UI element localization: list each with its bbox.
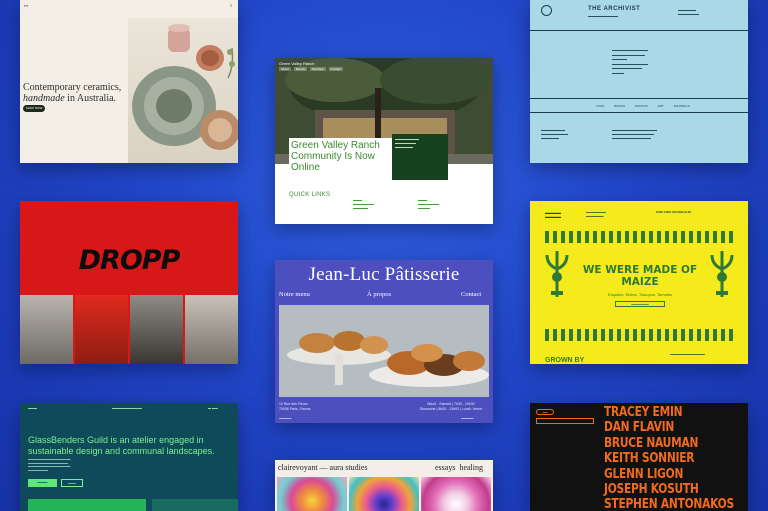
archivist-logo-icon [541, 5, 552, 16]
menu-icon[interactable]: ≡ [230, 3, 232, 8]
artist-name[interactable]: STEPHEN ANTONAKOS [604, 497, 734, 511]
ceramics-illustration [132, 24, 238, 150]
ceramics-photo [128, 18, 238, 163]
ceramics-site-card[interactable]: ▪▪▪ ≡ Contemporary ceramics, handmade in… [20, 0, 238, 163]
nav-menu-link[interactable]: Notre menu [279, 291, 310, 298]
page-title: Green Valley Ranch Community Is Now Onli… [291, 140, 380, 173]
pattern-band-bottom [545, 329, 733, 341]
primary-button[interactable]: ▬▬▬▬ [28, 479, 57, 487]
archivist-list: ▬▬▬▬▬▬▬▬▬▬▬▬▬▬▬ ▬▬▬▬▬▬▬▬▬▬▬▬▬▬ ▬▬▬▬▬▬▬▬▬▬▬… [612, 128, 657, 140]
nav-about-link[interactable]: À propos [367, 291, 391, 298]
dropp-photo-strip [20, 295, 238, 364]
footer-link[interactable]: ▬▬▬▬▬ [461, 417, 474, 420]
menu-item-logs[interactable]: LOGS [596, 104, 604, 108]
maize-cta-button[interactable]: ▬▬▬▬▬▬▬ [615, 301, 665, 307]
menu-item-books[interactable]: BOOKS [614, 104, 625, 108]
nav-essays[interactable]: essays [435, 463, 455, 472]
nav-item-about[interactable]: About [279, 67, 291, 71]
menu-badge[interactable]: ▬▬ [536, 409, 554, 415]
corn-icon-right [710, 251, 734, 297]
main-nav: About Events Services Contact [279, 67, 343, 71]
maize-site-card[interactable]: ▬▬▬▬ ▬▬▬▬ ▬▬▬▬▬▬▬▬ ▬▬▬▬▬▬▬ PURE CORN. NOTH… [530, 201, 748, 364]
aura-image[interactable] [421, 477, 491, 511]
divider [530, 112, 748, 113]
feature-panel [28, 499, 146, 511]
patisserie-title: Jean-Luc Pâtisserie [308, 264, 460, 285]
nav-healing[interactable]: healing [459, 463, 483, 472]
archivist-entry: ▬▬▬▬▬▬▬▬▬▬▬▬ ▬▬▬▬▬▬▬▬▬▬▬ ▬▬▬▬▬ ▬▬▬▬▬▬▬▬▬▬▬▬… [612, 48, 648, 75]
aura-image[interactable] [349, 477, 419, 511]
ceramics-headline: Contemporary ceramics, handmade in Austr… [23, 82, 122, 104]
grown-by-heading: GROWN BY [545, 357, 585, 364]
nav-item-services[interactable]: Services [310, 67, 326, 71]
dropp-logo: DROPP [78, 245, 181, 276]
maize-headline: WE WERE MADE OF MAIZE [582, 264, 698, 288]
pastries-illustration [279, 305, 489, 397]
maize-footer-note: ▬▬▬▬▬▬▬▬▬▬▬▬▬▬ [670, 353, 705, 356]
green-valley-site-card[interactable]: Green Valley Ranch About Events Services… [275, 58, 493, 224]
artist-name[interactable]: JOSEPH KOSUTH [604, 482, 734, 497]
site-logo[interactable]: Green Valley Ranch [279, 61, 315, 66]
patisserie-site-card[interactable]: Jean-Luc Pâtisserie Notre menu À propos … [275, 260, 493, 423]
nav-item-contact[interactable]: Contact [328, 67, 343, 71]
glassbenders-headline: GlassBenders Guild is an atelier engaged… [28, 435, 215, 456]
clairevoyant-nav: essays healing [435, 463, 483, 472]
pastries-photo [279, 305, 489, 397]
quick-link-column[interactable]: ▬▬▬ ▬▬▬▬▬▬▬ ▬▬▬▬ [418, 198, 454, 210]
footer-link[interactable]: ▬▬▬▬▬ [279, 417, 292, 420]
corn-icon-left [545, 251, 569, 297]
menu-item-art[interactable]: ART [658, 104, 664, 108]
archivist-site-card[interactable]: THE ARCHIVIST ▬▬▬▬▬▬▬▬▬▬ ▬▬▬▬▬▬ ▬▬▬▬▬▬▬ ▬… [530, 0, 748, 163]
dropp-site-card[interactable]: DROPP [20, 201, 238, 364]
clairevoyant-title: clairevoyant — aura studies [278, 463, 368, 472]
aura-image[interactable] [277, 477, 347, 511]
street-photo[interactable] [185, 295, 238, 364]
divider [530, 30, 748, 31]
maize-tagline: PURE CORN. NOTHING ELSE. [656, 211, 692, 214]
menu-item-photos[interactable]: PHOTOS [635, 104, 648, 108]
glassbenders-site-card[interactable]: ▬▬▬ ▬▬▬▬▬▬▬▬▬▬ ▬ ▬▬ GlassBenders Guild i… [20, 403, 238, 511]
archivist-header-note: ▬▬▬▬▬▬ ▬▬▬▬▬▬▬ [678, 8, 699, 16]
artist-name[interactable]: KEITH SONNIER [604, 451, 734, 466]
secondary-button[interactable]: ▬▬▬ [61, 479, 83, 487]
announcement-panel: ▬▬▬▬▬▬▬▬ ▬▬▬▬▬▬▬ ▬▬▬▬▬▬ [392, 134, 448, 180]
street-photo[interactable] [75, 295, 128, 364]
nav-item-events[interactable]: Events [293, 67, 308, 71]
glassbenders-tagline: ▬▬▬▬▬▬▬▬▬▬ [112, 406, 142, 410]
patisserie-address: 12 Rue des Fleurs 75006 Paris, France [279, 402, 311, 411]
artists-list: TRACEY EMIN DAN FLAVIN BRUCE NAUMAN KEIT… [604, 405, 734, 511]
quick-links-heading: QUICK LINKS [289, 192, 331, 198]
announcement-text: ▬▬▬▬▬▬▬▬ ▬▬▬▬▬▬▬ ▬▬▬▬▬▬ [395, 137, 419, 149]
artists-site-card[interactable]: ▬▬ TRACEY EMIN DAN FLAVIN BRUCE NAUMAN K… [530, 403, 748, 511]
archivist-title: THE ARCHIVIST [588, 6, 641, 12]
archivist-menu: LOGS BOOKS PHOTOS ART JOURNALS [596, 104, 690, 108]
clairevoyant-site-card[interactable]: clairevoyant — aura studies essays heali… [275, 460, 493, 511]
archivist-subtitle: ▬▬▬▬▬▬▬▬▬▬ [588, 14, 618, 18]
maize-subtitle: Esquites, Elotes, Tlacoyos, Tamales [608, 292, 672, 297]
artists-search-box[interactable] [536, 418, 594, 424]
feature-panel [152, 499, 238, 511]
ceramics-logo: ▪▪▪ [24, 3, 29, 8]
shop-now-button[interactable]: SHOP NOW [23, 105, 45, 112]
nav-contact-link[interactable]: Contact [461, 291, 481, 298]
glassbenders-nav[interactable]: ▬ ▬▬ [208, 406, 218, 410]
archivist-lower-text: ▬▬▬▬▬▬▬▬ ▬▬▬▬▬▬▬▬▬ ▬▬▬▬▬▬ [541, 128, 568, 140]
pattern-band-top [545, 231, 733, 243]
artist-name[interactable]: GLENN LIGON [604, 467, 734, 482]
artist-name[interactable]: BRUCE NAUMAN [604, 436, 734, 451]
quick-link-column[interactable]: ▬▬▬ ▬▬▬▬▬▬▬ ▬▬▬▬▬ [353, 198, 389, 210]
menu-item-journals[interactable]: JOURNALS [674, 104, 690, 108]
patisserie-hours: Mardi - Samedi | 7h30 - 19h30 Dimanche |… [419, 402, 483, 411]
artist-name[interactable]: TRACEY EMIN [604, 405, 734, 420]
divider [530, 98, 748, 99]
maize-location: ▬▬▬▬▬▬▬▬ ▬▬▬▬▬▬▬ [586, 211, 606, 218]
street-photo[interactable] [130, 295, 183, 364]
maize-logo: ▬▬▬▬ ▬▬▬▬ [545, 210, 561, 219]
glassbenders-body: ▬▬▬▬▬▬▬▬▬▬▬▬▬▬▬▬▬ ▬▬▬▬▬▬▬▬▬▬▬▬▬▬▬▬ ▬▬▬▬▬▬▬… [28, 458, 71, 472]
artist-name[interactable]: DAN FLAVIN [604, 420, 734, 435]
street-photo[interactable] [20, 295, 73, 364]
glassbenders-logo[interactable]: ▬▬▬ [28, 406, 37, 410]
